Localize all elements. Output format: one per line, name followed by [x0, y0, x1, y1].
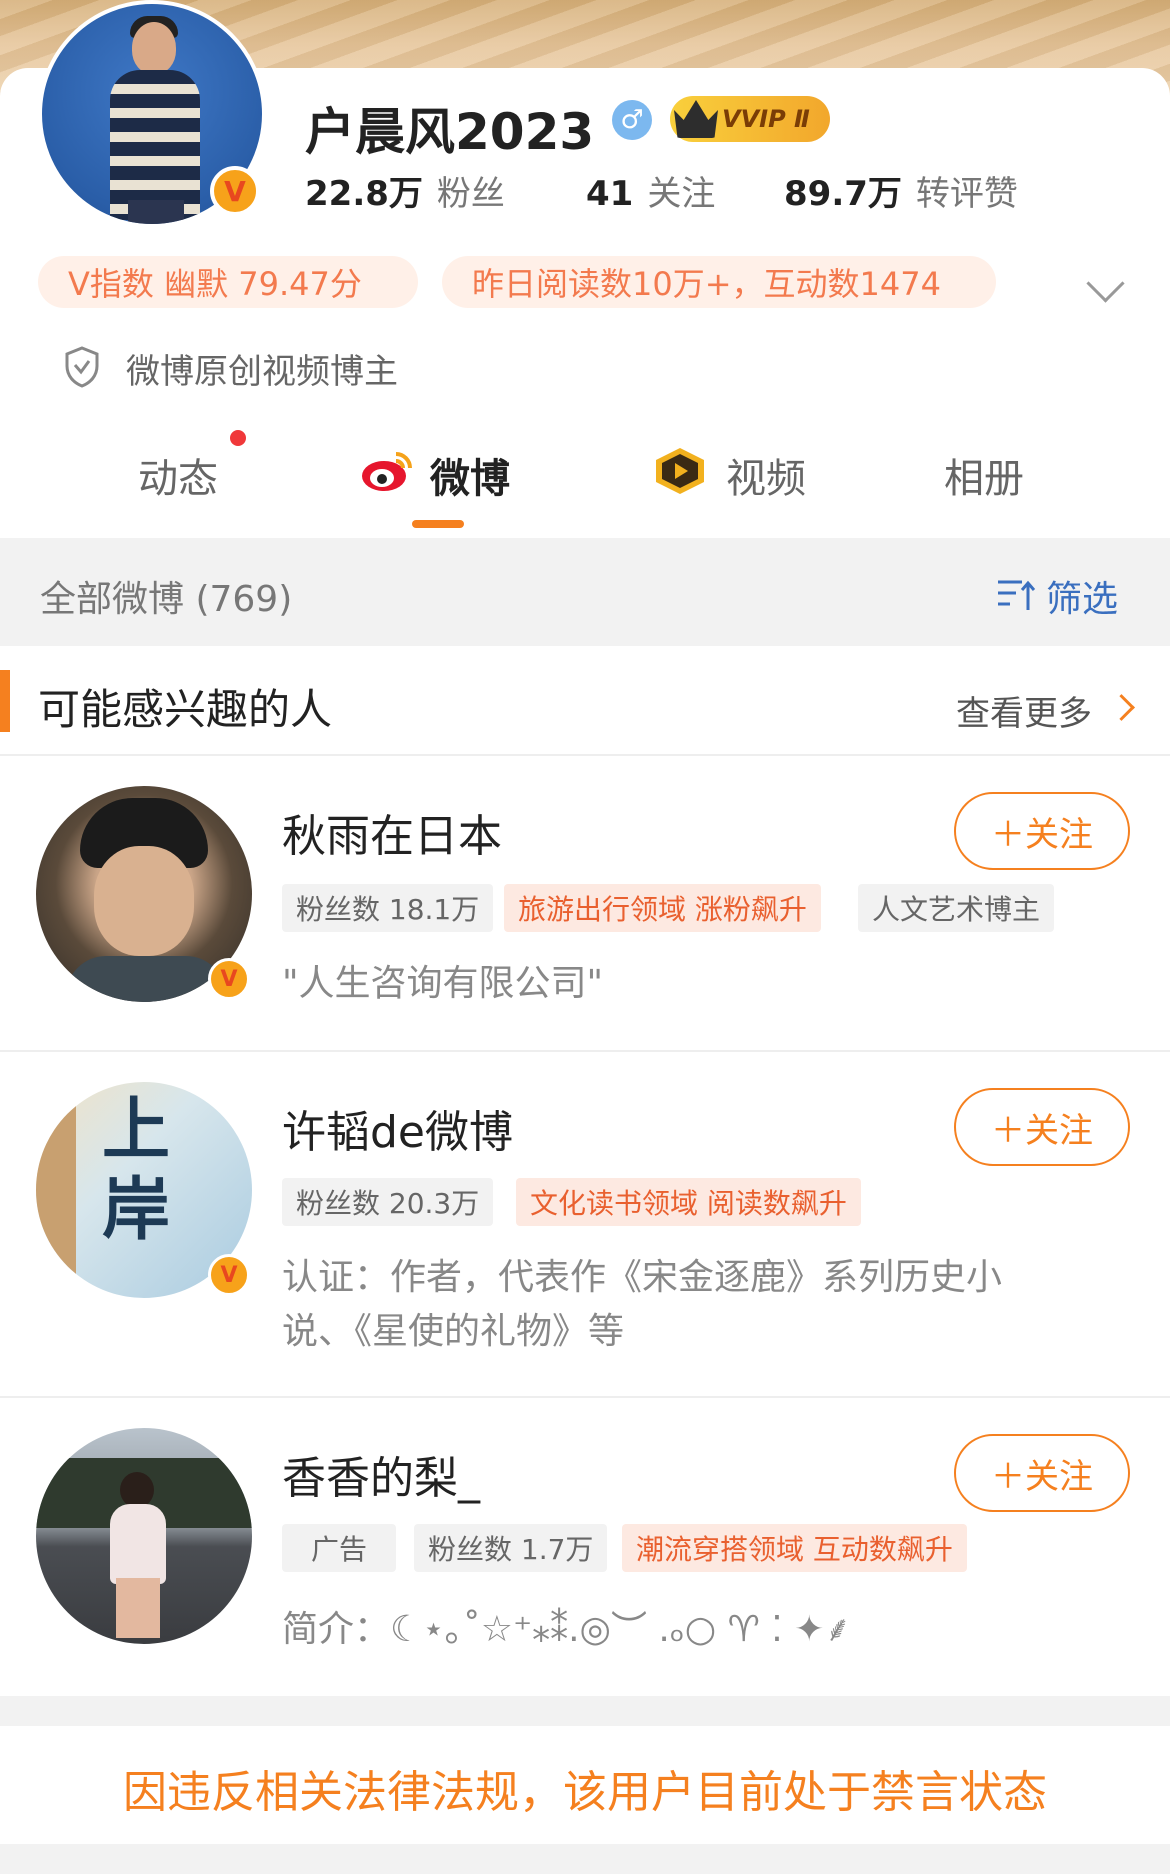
section-gap: [0, 1696, 1170, 1726]
shield-icon: [65, 346, 99, 388]
active-tab-indicator: [412, 520, 464, 528]
person-name[interactable]: 香香的梨_: [282, 1442, 480, 1506]
avatar-title: 上岸: [102, 1090, 171, 1250]
verified-v-icon: V: [208, 958, 250, 1000]
section-accent-bar: [0, 670, 10, 732]
tab-album[interactable]: 相册: [944, 446, 1024, 504]
video-icon: [656, 448, 704, 494]
filter-icon[interactable]: [996, 574, 1036, 614]
tag: 人文艺术博主: [858, 884, 1055, 932]
divider: [0, 1050, 1170, 1052]
person-description: 认证：作者，代表作《宋金逐鹿》系列历史小: [282, 1257, 1003, 1298]
bottom-gap: [0, 1844, 1170, 1874]
verified-v-icon: V: [208, 1254, 250, 1296]
ad-tag: 广告: [282, 1524, 396, 1572]
following-stat[interactable]: 41 关注: [586, 166, 715, 215]
tab-dynamic[interactable]: 动态: [138, 446, 218, 504]
fans-stat[interactable]: 22.8万 粉丝: [305, 166, 505, 215]
follow-button[interactable]: ＋关注: [954, 792, 1130, 870]
crown-icon: [674, 100, 718, 138]
tag: 旅游出行领域 涨粉飙升: [504, 884, 821, 932]
follow-button[interactable]: ＋关注: [954, 1088, 1130, 1166]
vvip-badge[interactable]: VVIP Ⅱ: [670, 96, 830, 142]
certification-text: 微博原创视频博主: [126, 352, 398, 392]
person-name[interactable]: 秋雨在日本: [282, 800, 502, 864]
section-title: 可能感兴趣的人: [38, 685, 333, 734]
banned-notice: 因违反相关法律法规，该用户目前处于禁言状态: [123, 1767, 1047, 1818]
divider: [0, 754, 1170, 756]
person-avatar[interactable]: [36, 1428, 252, 1644]
person-description: "人生咨询有限公司": [282, 963, 604, 1004]
tab-weibo[interactable]: 微博: [430, 446, 510, 504]
person-name[interactable]: 许韬de微博: [282, 1096, 513, 1160]
all-weibo-count: 全部微博 (769): [40, 579, 293, 620]
tag: 粉丝数 1.7万: [414, 1524, 608, 1572]
tag: 粉丝数 18.1万: [282, 884, 494, 932]
read-stats-pill[interactable]: 昨日阅读数10万+，互动数1474: [442, 256, 996, 308]
male-icon: ♂: [612, 100, 652, 140]
weibo-logo-icon: [362, 452, 412, 491]
likes-stat[interactable]: 89.7万 转评赞: [784, 166, 1018, 215]
tag: 文化读书领域 阅读数飙升: [516, 1178, 861, 1226]
person-description-line2: 说、《星使的礼物》等: [282, 1311, 625, 1352]
person-description: 简介：☾⋆｡˚☆⁺⁎⁑.◎︶ .ₒ○ ♈ ⁚ ✦⸙: [282, 1609, 852, 1650]
tab-video[interactable]: 视频: [726, 446, 806, 504]
filter-button[interactable]: 筛选: [1046, 570, 1118, 622]
tag: 粉丝数 20.3万: [282, 1178, 494, 1226]
v-index-pill[interactable]: V指数 幽默 79.47分: [38, 256, 418, 308]
see-more-link[interactable]: 查看更多: [956, 686, 1092, 735]
profile-name: 户晨风2023: [305, 103, 595, 161]
tag: 潮流穿搭领域 互动数飙升: [622, 1524, 967, 1572]
follow-button[interactable]: ＋关注: [954, 1434, 1130, 1512]
divider: [0, 1396, 1170, 1398]
verified-v-icon: V: [210, 166, 260, 216]
notification-dot: [230, 430, 246, 446]
